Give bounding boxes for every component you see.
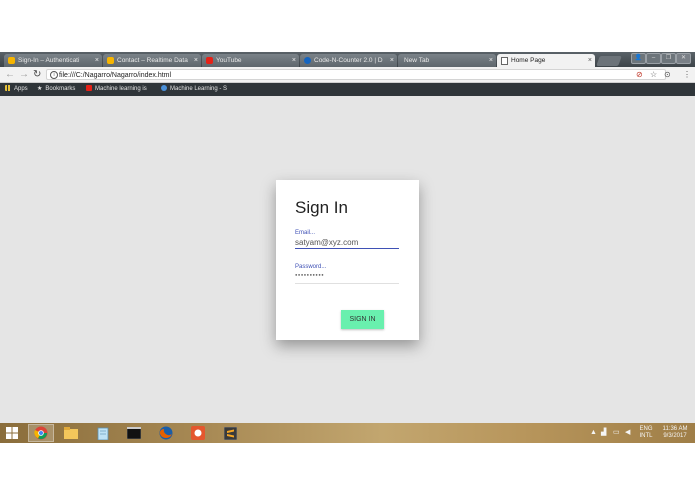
close-icon[interactable]: × [390, 54, 394, 67]
taskbar: ▲ ▟ ▭ ◀ ENG INTL 11:36 AM 9/3/2017 [0, 423, 695, 443]
bookmark-machine-learning-video[interactable]: Machine learning is [86, 83, 147, 96]
email-label: Email... [295, 230, 316, 236]
tab-title: New Tab [404, 57, 430, 64]
youtube-icon [206, 57, 213, 64]
notepad-icon [97, 427, 109, 440]
browser-toolbar: ← → ↻ i file:///C:/Nagarro/Nagarro/index… [0, 67, 695, 83]
close-icon[interactable]: × [95, 54, 99, 67]
terminal-icon [127, 427, 141, 439]
tab-title: Home Page [511, 57, 546, 64]
bookmark-label: Apps [14, 86, 28, 92]
windows-logo-icon [6, 427, 18, 439]
signin-card: Sign In Email... Password... ●●●●●●●●●● … [276, 180, 419, 340]
apps-grid-icon [5, 85, 11, 92]
taskbar-file-explorer[interactable] [58, 424, 84, 442]
bookmark-label: Bookmarks [45, 86, 76, 92]
reload-icon[interactable]: ↻ [33, 69, 41, 80]
taskbar-chrome[interactable] [28, 424, 54, 442]
media-player-icon [191, 426, 205, 440]
tab-title: Code-N-Counter 2.0 | D [314, 57, 383, 64]
bookmark-bookmarks[interactable]: ★ Bookmarks [37, 83, 75, 96]
url-text: file:///C:/Nagarro/Nagarro/index.html [59, 72, 172, 79]
battery-icon[interactable]: ▭ [613, 429, 620, 436]
minimize-button[interactable]: – [646, 53, 661, 64]
taskbar-sublime-text[interactable] [217, 424, 243, 442]
extension-icon[interactable]: ⊙ [664, 70, 671, 80]
close-icon[interactable]: × [588, 54, 592, 67]
network-icon[interactable]: ▟ [601, 429, 606, 436]
tab-new-tab[interactable]: New Tab × [398, 54, 496, 67]
bookmark-label: Machine learning is [95, 86, 147, 92]
screen: Sign-In – Authenticati × Contact – Realt… [0, 52, 695, 443]
page-icon [501, 57, 508, 65]
new-tab-button[interactable] [596, 56, 622, 66]
clock-date: 9/3/2017 [663, 433, 687, 439]
blocked-popup-icon[interactable]: ⊘ [636, 70, 643, 80]
bookmark-machine-learning-course[interactable]: Machine Learning - S [161, 83, 227, 96]
email-underline [295, 248, 399, 249]
language-text: ENG [639, 426, 653, 432]
tab-title: Sign-In – Authenticati [18, 57, 80, 64]
password-field[interactable]: ●●●●●●●●●● [295, 271, 399, 282]
start-button[interactable] [0, 424, 24, 442]
tab-strip: Sign-In – Authenticati × Contact – Realt… [0, 52, 695, 67]
firebase-icon [107, 57, 114, 64]
close-icon[interactable]: × [292, 54, 296, 67]
keyboard-layout-text: INTL [639, 433, 653, 439]
close-window-button[interactable]: ✕ [676, 53, 691, 64]
firefox-icon [159, 426, 173, 440]
goggle-icon [161, 85, 167, 92]
star-bookmark-icon[interactable]: ☆ [650, 70, 657, 80]
clock-time: 11:36 AM [662, 426, 688, 432]
taskbar-firefox[interactable] [153, 424, 179, 442]
address-bar[interactable]: i file:///C:/Nagarro/Nagarro/index.html [46, 69, 666, 80]
signin-title: Sign In [295, 198, 348, 217]
volume-icon[interactable]: ◀ [625, 429, 630, 436]
sublime-text-icon [223, 426, 237, 440]
taskbar-command-prompt[interactable] [121, 424, 147, 442]
clock[interactable]: 11:36 AM 9/3/2017 [658, 426, 692, 440]
tab-signin-authentication[interactable]: Sign-In – Authenticati × [4, 54, 102, 67]
menu-dots-icon[interactable]: ⋮ [683, 70, 691, 80]
firebase-icon [8, 57, 15, 64]
tab-contact-realtime-data[interactable]: Contact – Realtime Data × [103, 54, 201, 67]
bookmark-apps[interactable]: Apps [5, 83, 28, 96]
forward-arrow-icon[interactable]: → [19, 69, 29, 80]
bookmark-label: Machine Learning - S [170, 86, 228, 92]
maximize-button[interactable]: ❐ [661, 53, 676, 64]
taskbar-media-app[interactable] [185, 424, 211, 442]
tab-title: YouTube [216, 57, 242, 64]
tab-title: Contact – Realtime Data [117, 57, 188, 64]
language-indicator[interactable]: ENG INTL [637, 426, 655, 440]
back-arrow-icon[interactable]: ← [5, 69, 15, 80]
chrome-icon [34, 426, 48, 440]
star-icon: ★ [37, 86, 43, 92]
email-field[interactable] [295, 237, 399, 248]
password-label: Password... [295, 264, 327, 270]
tab-code-n-counter[interactable]: Code-N-Counter 2.0 | D × [300, 54, 397, 67]
youtube-icon [86, 85, 92, 92]
show-hidden-icons-icon[interactable]: ▲ [590, 429, 597, 436]
code-n-counter-icon [304, 57, 311, 64]
sign-in-button[interactable]: SIGN IN [341, 310, 384, 329]
info-icon[interactable]: i [50, 71, 58, 79]
tab-youtube[interactable]: YouTube × [202, 54, 299, 67]
password-underline [295, 283, 399, 284]
tab-home-page[interactable]: Home Page × [497, 54, 595, 67]
taskbar-notepad[interactable] [90, 424, 116, 442]
folder-icon [64, 427, 78, 439]
profile-button[interactable]: 👤 [631, 53, 646, 64]
page-content: Sign In Email... Password... ●●●●●●●●●● … [0, 96, 695, 443]
bookmarks-bar: Apps ★ Bookmarks Machine learning is Mach… [0, 83, 695, 96]
close-icon[interactable]: × [489, 54, 493, 67]
close-icon[interactable]: × [194, 54, 198, 67]
